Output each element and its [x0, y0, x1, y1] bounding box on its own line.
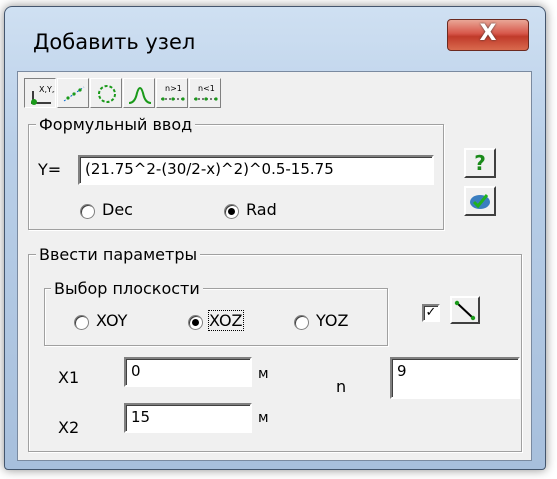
x2-unit: м [258, 410, 269, 426]
tab-n-greater-1[interactable]: n>1 [156, 78, 188, 108]
rad-label: Rad [246, 200, 277, 219]
n-greater-1-icon: n>1 [161, 84, 185, 101]
tab-n-less-1-label: n<1 [198, 84, 215, 93]
dec-radio[interactable] [80, 204, 95, 219]
help-icon: ? [474, 151, 486, 175]
rad-radio[interactable] [224, 204, 239, 219]
params-group-title: Ввести параметры [36, 245, 201, 264]
line-tool-icon [454, 300, 476, 321]
n-label: n [336, 377, 347, 396]
x2-input[interactable]: 15 [124, 403, 252, 433]
dialog-client-area: X,Y,Z [17, 71, 532, 461]
tab-line-nodes[interactable] [57, 78, 89, 108]
x1-label: X1 [58, 368, 80, 387]
x1-unit: м [258, 366, 269, 382]
option-checkbox[interactable]: ✓ [422, 304, 440, 322]
circle-nodes-icon [98, 85, 116, 103]
n-input[interactable]: 9 [390, 357, 520, 399]
n-less-1-icon: n<1 [194, 84, 218, 101]
dialog-title: Добавить узел [33, 30, 196, 54]
xoz-label: XOZ [208, 310, 244, 331]
yoz-label: YOZ [316, 311, 349, 330]
dec-label: Dec [102, 200, 133, 219]
tab-n-greater-1-label: n>1 [165, 84, 182, 93]
line-tool-button[interactable] [450, 296, 480, 324]
x1-input[interactable]: 0 [124, 357, 252, 387]
plane-group-title: Выбор плоскости [51, 279, 203, 298]
apply-button[interactable] [464, 186, 496, 216]
xoy-label: XOY [96, 311, 128, 330]
line-nodes-icon [63, 86, 85, 102]
tab-node-coords-label: X,Y,Z [39, 85, 55, 94]
close-button[interactable]: X [447, 19, 529, 51]
y-label: Y= [38, 160, 62, 179]
xoy-radio[interactable] [74, 315, 89, 330]
tab-circle-nodes[interactable] [90, 78, 122, 108]
node-coords-icon: X,Y,Z [31, 85, 55, 105]
apply-check-icon [470, 194, 490, 209]
tab-n-less-1[interactable]: n<1 [189, 78, 221, 108]
x2-label: X2 [58, 418, 80, 437]
xoz-radio[interactable] [188, 315, 203, 330]
yoz-radio[interactable] [294, 315, 309, 330]
formula-group-title: Формульный ввод [36, 115, 196, 134]
dialog-window: Добавить узел X X,Y,Z [4, 6, 546, 470]
title-bar[interactable]: Добавить узел X [5, 7, 545, 71]
y-formula-input[interactable]: (21.75^2-(30/2-x)^2)^0.5-15.75 [78, 155, 434, 185]
tab-node-coords[interactable]: X,Y,Z [24, 78, 56, 108]
help-button[interactable]: ? [464, 148, 496, 178]
curve-nodes-icon [128, 87, 152, 104]
tab-curve-nodes[interactable] [123, 78, 155, 108]
